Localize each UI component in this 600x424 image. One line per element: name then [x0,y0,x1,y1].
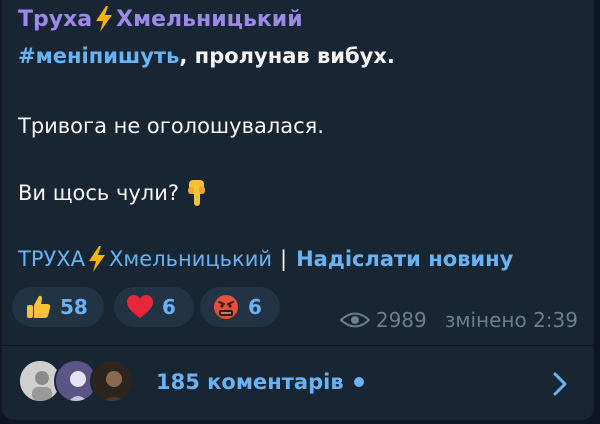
comments-divider [2,345,594,346]
pointing-down-hand-icon [185,178,209,208]
hashtag-link[interactable]: #меніпишуть [18,44,179,68]
post-line-1: #меніпишуть , пролунав вибух. [18,44,395,68]
post-footer: ТРУХА Хмельницький | Надіслати новину [18,246,513,272]
post-meta: 2989 змінено 2:39 [339,308,578,332]
view-count: 2989 [375,308,427,332]
post-author[interactable]: Труха Хмельницький [18,6,303,32]
send-news-link[interactable]: Надіслати новину [296,247,513,271]
author-name-part1: Труха [18,6,93,32]
post-line-2: Тривога не оголошувалася. [18,114,324,138]
channel-post-card: Труха Хмельницький #меніпишуть , пролуна… [2,0,594,420]
author-name-part2: Хмельницький [116,6,303,32]
lightning-icon [94,6,114,32]
reaction-heart[interactable]: 6 [114,287,194,327]
lightning-icon [87,246,107,272]
reaction-thumbs-up[interactable]: 58 [12,287,104,327]
reaction-count: 6 [248,295,262,319]
eye-icon [339,311,370,329]
footer-separator: | [280,247,288,271]
reaction-count: 58 [60,295,88,319]
edited-time: змінено 2:39 [444,308,578,332]
reaction-count: 6 [162,295,176,319]
post-line-3-text: Ви щось чули? [18,181,180,205]
post-line-1-text: , пролунав вибух. [179,44,395,68]
commenter-avatars[interactable] [18,359,138,405]
thumbs-up-icon [24,293,52,321]
red-heart-icon [126,294,154,320]
reaction-angry[interactable]: 6 [200,287,280,327]
unread-dot [353,377,364,387]
chevron-right-icon[interactable] [550,370,570,398]
post-line-3: Ви щось чули? [18,178,209,208]
angry-face-icon [212,293,240,321]
comments-count-label: 185 коментарів [156,370,344,394]
channel-link-part2[interactable]: Хмельницький [109,247,272,271]
comments-link[interactable]: 185 коментарів [156,370,364,394]
avatar [90,359,134,403]
channel-link-part1[interactable]: ТРУХА [18,247,85,271]
